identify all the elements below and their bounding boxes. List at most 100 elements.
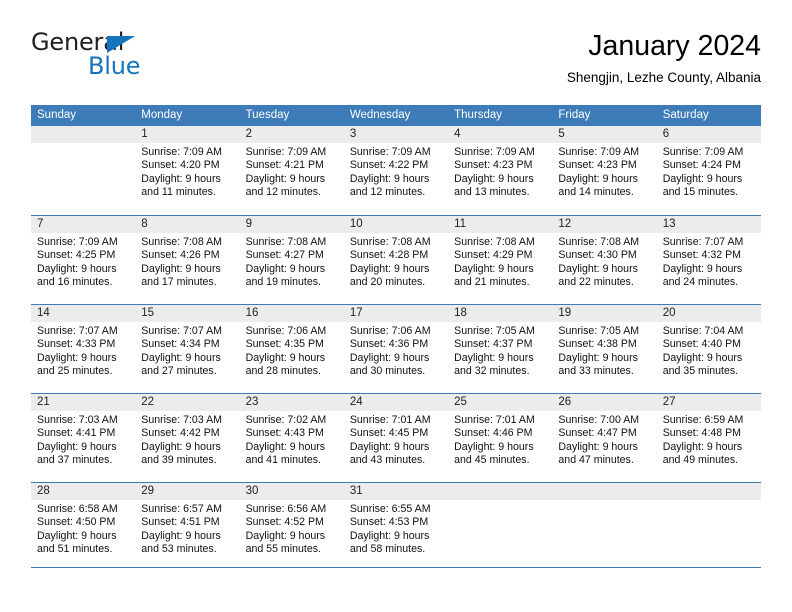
day-number: 7 bbox=[37, 218, 44, 230]
general-blue-logo[interactable]: General Blue bbox=[31, 28, 231, 84]
sunset-text: Sunset: 4:34 PM bbox=[141, 338, 220, 351]
day-number: 26 bbox=[558, 396, 572, 408]
page-title: January 2024 bbox=[588, 30, 761, 62]
day-number-band: 17 bbox=[343, 305, 449, 322]
day-sun-info: Sunrise: 6:57 AM Sunset: 4:51 PM Daylight:… bbox=[135, 500, 239, 557]
daylight-text-line1: Daylight: 9 hours bbox=[349, 262, 430, 275]
sunset-text: Sunset: 4:27 PM bbox=[245, 249, 324, 262]
day-sun-info: Sunrise: 7:01 AM Sunset: 4:46 PM Daylight:… bbox=[448, 411, 552, 468]
calendar-day-cell[interactable]: 25 Sunrise: 7:01 AM Sunset: 4:46 PM Dayligh… bbox=[448, 394, 553, 482]
calendar-day-cell[interactable]: 6 Sunrise: 7:09 AM Sunset: 4:24 PM Daylight… bbox=[656, 126, 761, 215]
calendar-day-cell[interactable]: 15 Sunrise: 7:07 AM Sunset: 4:34 PM Dayligh… bbox=[135, 305, 240, 393]
day-number: 10 bbox=[349, 218, 363, 230]
sunset-text: Sunset: 4:53 PM bbox=[349, 516, 429, 529]
calendar-day-cell[interactable]: 31 Sunrise: 6:55 AM Sunset: 4:53 PM Dayligh… bbox=[343, 483, 449, 571]
weekday-header-tuesday: Tuesday bbox=[245, 109, 290, 121]
calendar-day-cell[interactable]: 26 Sunrise: 7:00 AM Sunset: 4:47 PM Dayligh… bbox=[552, 394, 657, 482]
daylight-text-line1: Daylight: 9 hours bbox=[349, 351, 430, 364]
sunset-text: Sunset: 4:47 PM bbox=[558, 427, 637, 440]
calendar-day-cell[interactable]: 9 Sunrise: 7:08 AM Sunset: 4:27 PM Daylight… bbox=[239, 216, 344, 304]
day-number-band: 31 bbox=[343, 483, 449, 500]
calendar-day-cell[interactable]: 28 Sunrise: 6:58 AM Sunset: 4:50 PM Dayligh… bbox=[31, 483, 136, 571]
daylight-text-line2: and 27 minutes. bbox=[141, 365, 217, 378]
calendar-day-cell[interactable]: 24 Sunrise: 7:01 AM Sunset: 4:45 PM Dayligh… bbox=[343, 394, 449, 482]
daylight-text-line1: Daylight: 9 hours bbox=[558, 172, 638, 185]
calendar-day-cell[interactable]: 27 Sunrise: 6:59 AM Sunset: 4:48 PM Dayligh… bbox=[656, 394, 761, 482]
sunrise-text: Sunrise: 7:05 AM bbox=[454, 325, 535, 337]
daylight-text-line1: Daylight: 9 hours bbox=[662, 172, 743, 185]
sunset-text: Sunset: 4:24 PM bbox=[662, 159, 742, 172]
day-sun-info: Sunrise: 6:55 AM Sunset: 4:53 PM Daylight:… bbox=[344, 500, 448, 557]
calendar-day-cell[interactable]: 21 Sunrise: 7:03 AM Sunset: 4:41 PM Dayligh… bbox=[31, 394, 136, 482]
sunrise-text: Sunrise: 6:55 AM bbox=[349, 503, 431, 515]
day-number: 4 bbox=[454, 128, 461, 140]
sunrise-text: Sunrise: 7:00 AM bbox=[558, 414, 640, 426]
calendar-day-cell[interactable]: 22 Sunrise: 7:03 AM Sunset: 4:42 PM Dayligh… bbox=[135, 394, 240, 482]
sunrise-text: Sunrise: 7:07 AM bbox=[37, 325, 118, 337]
daylight-text-line1: Daylight: 9 hours bbox=[245, 262, 326, 275]
daylight-text-line2: and 16 minutes. bbox=[37, 276, 113, 289]
day-number-band: 16 bbox=[239, 305, 344, 322]
day-number: 1 bbox=[141, 128, 148, 140]
day-sun-info: Sunrise: 7:05 AM Sunset: 4:37 PM Daylight:… bbox=[448, 322, 552, 379]
daylight-text-line2: and 41 minutes. bbox=[245, 454, 321, 467]
calendar-day-cell[interactable]: 29 Sunrise: 6:57 AM Sunset: 4:51 PM Dayligh… bbox=[135, 483, 240, 571]
daylight-text-line2: and 17 minutes. bbox=[141, 276, 217, 289]
day-number: 15 bbox=[141, 307, 155, 319]
sunset-text: Sunset: 4:40 PM bbox=[662, 338, 742, 351]
calendar-day-cell[interactable]: 19 Sunrise: 7:05 AM Sunset: 4:38 PM Dayligh… bbox=[552, 305, 657, 393]
daylight-text-line1: Daylight: 9 hours bbox=[349, 172, 430, 185]
sunset-text: Sunset: 4:21 PM bbox=[245, 159, 324, 172]
sunrise-text: Sunrise: 6:59 AM bbox=[662, 414, 744, 426]
sunrise-text: Sunrise: 7:08 AM bbox=[558, 236, 640, 248]
daylight-text-line2: and 33 minutes. bbox=[558, 365, 634, 378]
daylight-text-line1: Daylight: 9 hours bbox=[141, 351, 221, 364]
sunset-text: Sunset: 4:48 PM bbox=[662, 427, 742, 440]
day-number-band: 27 bbox=[656, 394, 761, 411]
calendar-day-cell[interactable]: 5 Sunrise: 7:09 AM Sunset: 4:23 PM Daylight… bbox=[552, 126, 657, 215]
sunset-text: Sunset: 4:25 PM bbox=[37, 249, 116, 262]
day-number-band: 6 bbox=[656, 126, 761, 143]
calendar-day-cell[interactable]: 12 Sunrise: 7:08 AM Sunset: 4:30 PM Dayligh… bbox=[552, 216, 657, 304]
sunset-text: Sunset: 4:46 PM bbox=[454, 427, 533, 440]
daylight-text-line1: Daylight: 9 hours bbox=[349, 529, 430, 542]
day-number-band: 9 bbox=[239, 216, 344, 233]
calendar-day-cell[interactable]: 14 Sunrise: 7:07 AM Sunset: 4:33 PM Dayligh… bbox=[31, 305, 136, 393]
daylight-text-line1: Daylight: 9 hours bbox=[245, 172, 326, 185]
day-number: 27 bbox=[662, 396, 676, 408]
daylight-text-line1: Daylight: 9 hours bbox=[245, 351, 326, 364]
day-number-band: 26 bbox=[552, 394, 657, 411]
calendar-day-cell[interactable]: 20 Sunrise: 7:04 AM Sunset: 4:40 PM Dayligh… bbox=[656, 305, 761, 393]
daylight-text-line2: and 47 minutes. bbox=[558, 454, 634, 467]
calendar-day-cell[interactable]: 17 Sunrise: 7:06 AM Sunset: 4:36 PM Dayligh… bbox=[343, 305, 449, 393]
day-sun-info: Sunrise: 7:01 AM Sunset: 4:45 PM Daylight:… bbox=[344, 411, 448, 468]
calendar-day-cell[interactable]: 7 Sunrise: 7:09 AM Sunset: 4:25 PM Daylight… bbox=[31, 216, 136, 304]
daylight-text-line1: Daylight: 9 hours bbox=[558, 262, 638, 275]
sunset-text: Sunset: 4:22 PM bbox=[349, 159, 429, 172]
calendar-week-row: 21 Sunrise: 7:03 AM Sunset: 4:41 PM Dayligh… bbox=[31, 393, 761, 482]
calendar-day-cell[interactable]: 13 Sunrise: 7:07 AM Sunset: 4:32 PM Dayligh… bbox=[656, 216, 761, 304]
daylight-text-line2: and 32 minutes. bbox=[454, 365, 530, 378]
calendar-day-cell[interactable]: 18 Sunrise: 7:05 AM Sunset: 4:37 PM Dayligh… bbox=[448, 305, 553, 393]
calendar-day-cell[interactable]: 30 Sunrise: 6:56 AM Sunset: 4:52 PM Dayligh… bbox=[239, 483, 344, 571]
calendar-day-cell[interactable]: 4 Sunrise: 7:09 AM Sunset: 4:23 PM Daylight… bbox=[448, 126, 553, 215]
day-sun-info: Sunrise: 7:07 AM Sunset: 4:33 PM Daylight:… bbox=[31, 322, 135, 379]
day-number-band: 14 bbox=[31, 305, 136, 322]
calendar-day-cell[interactable]: 11 Sunrise: 7:08 AM Sunset: 4:29 PM Dayligh… bbox=[448, 216, 553, 304]
calendar-day-cell[interactable]: 3 Sunrise: 7:09 AM Sunset: 4:22 PM Daylight… bbox=[343, 126, 449, 215]
calendar-day-cell[interactable]: 2 Sunrise: 7:09 AM Sunset: 4:21 PM Daylight… bbox=[239, 126, 344, 215]
day-number: 31 bbox=[349, 485, 363, 497]
calendar-week-row: 1 Sunrise: 7:09 AM Sunset: 4:20 PM Daylight… bbox=[31, 126, 761, 215]
calendar-day-cell[interactable]: 10 Sunrise: 7:08 AM Sunset: 4:28 PM Dayligh… bbox=[343, 216, 449, 304]
calendar-day-cell[interactable]: 23 Sunrise: 7:02 AM Sunset: 4:43 PM Dayligh… bbox=[239, 394, 344, 482]
calendar-day-cell[interactable]: 8 Sunrise: 7:08 AM Sunset: 4:26 PM Daylight… bbox=[135, 216, 240, 304]
calendar-day-cell[interactable]: 16 Sunrise: 7:06 AM Sunset: 4:35 PM Dayligh… bbox=[239, 305, 344, 393]
day-sun-info: Sunrise: 7:06 AM Sunset: 4:36 PM Daylight:… bbox=[344, 322, 448, 379]
daylight-text-line2: and 11 minutes. bbox=[141, 186, 216, 199]
sunrise-text: Sunrise: 7:09 AM bbox=[37, 236, 118, 248]
sunset-text: Sunset: 4:45 PM bbox=[349, 427, 429, 440]
day-number: 14 bbox=[37, 307, 50, 319]
calendar-day-cell[interactable]: 1 Sunrise: 7:09 AM Sunset: 4:20 PM Daylight… bbox=[135, 126, 240, 215]
weekday-header-thursday: Thursday bbox=[454, 109, 503, 121]
calendar-week-row: 14 Sunrise: 7:07 AM Sunset: 4:33 PM Dayligh… bbox=[31, 304, 761, 393]
